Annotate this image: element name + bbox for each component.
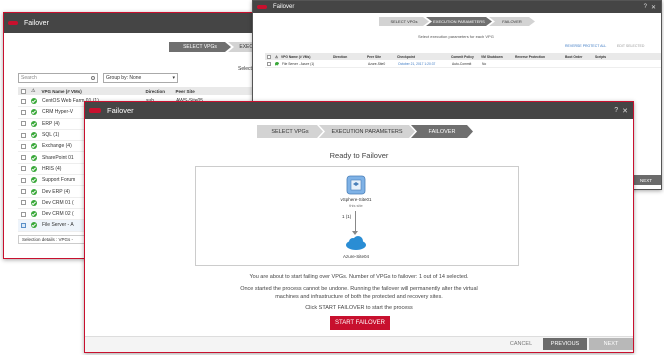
status-header-icon: ⚠	[275, 54, 278, 59]
source-site-name: vSphere-Site01	[340, 197, 372, 202]
status-ok-icon	[31, 222, 37, 229]
select-all-checkbox[interactable]	[267, 54, 271, 59]
window-title: Failover	[107, 106, 134, 115]
step-failover[interactable]: FAILOVER	[489, 17, 535, 26]
previous-button[interactable]: PREVIOUS	[543, 338, 587, 350]
select-label: Select	[238, 66, 252, 72]
title-bar: Failover	[4, 13, 257, 33]
next-button[interactable]: NEXT	[631, 175, 661, 185]
zerto-logo-icon	[89, 108, 101, 113]
row-checkbox[interactable]	[21, 98, 26, 104]
row-checkbox[interactable]	[21, 121, 26, 127]
wizard-steps: SELECT VPGs EXECU	[169, 42, 258, 52]
step-failover[interactable]: FAILOVER	[411, 125, 473, 138]
info-line-2: Once started the process cannot be undon…	[240, 286, 478, 292]
zerto-logo-icon	[257, 5, 267, 9]
status-ok-icon	[275, 62, 279, 66]
source-site-icon	[346, 175, 366, 195]
wizard-steps: SELECT VPGs EXECUTION PARAMETERS FAILOVE…	[257, 125, 473, 138]
zerto-logo-icon	[8, 21, 18, 25]
status-ok-icon	[31, 98, 37, 105]
vm-count-label: 1 (1)	[342, 214, 352, 219]
search-input[interactable]: Search	[18, 73, 98, 83]
status-ok-icon	[31, 188, 37, 195]
failover-window-front: Failover ? ✕ SELECT VPGs EXECUTION PARAME…	[84, 101, 634, 353]
vpg-table-header: ⚠ VPG Name (# VMs) Direction Peer Site	[18, 87, 257, 95]
status-ok-icon	[31, 143, 37, 150]
title-bar: Failover ? ✕	[253, 1, 661, 13]
row-checkbox[interactable]	[21, 222, 26, 228]
step-execution-parameters[interactable]: EXECUTION PARAMETERS	[426, 17, 492, 26]
edit-selected-link[interactable]: EDIT SELECTED	[617, 44, 644, 48]
row-checkbox[interactable]	[21, 132, 26, 138]
row-checkbox[interactable]	[21, 143, 26, 149]
title-bar: Failover ? ✕	[85, 102, 633, 119]
step-select-vpgs[interactable]: SELECT VPGs	[257, 125, 323, 138]
topology-panel: vSphere-Site01 this site 1 (1) Azure-Sit…	[195, 166, 519, 266]
info-line-4: Click START FAILOVER to start the proces…	[305, 305, 413, 311]
close-icon[interactable]: ✕	[622, 107, 628, 115]
step-select-vpgs[interactable]: SELECT VPGs	[169, 42, 231, 52]
info-line-3: machines and infrastructure of both the …	[275, 294, 443, 300]
failover-arrow	[355, 211, 356, 233]
window-title: Failover	[24, 19, 49, 27]
row-checkbox[interactable]	[21, 200, 26, 206]
row-checkbox[interactable]	[267, 62, 271, 66]
step-execution-parameters[interactable]: EXECUTION PARAMETERS	[319, 125, 415, 138]
start-failover-button[interactable]: START FAILOVER	[330, 316, 390, 330]
status-header-icon: ⚠	[31, 88, 36, 94]
row-checkbox[interactable]	[21, 189, 26, 195]
wizard-steps: SELECT VPGs EXECUTION PARAMETERS FAILOVE…	[379, 17, 535, 26]
reverse-protect-all-link[interactable]: REVERSE PROTECT ALL	[565, 44, 606, 48]
table-row[interactable]: File Server - Azure (1) Azure-Site0 Octo…	[265, 61, 661, 68]
row-checkbox[interactable]	[21, 109, 26, 115]
help-icon[interactable]: ?	[614, 107, 618, 115]
close-icon[interactable]: ✕	[651, 4, 656, 11]
group-by-select[interactable]: Group by: None ▾	[103, 73, 178, 83]
help-icon[interactable]: ?	[644, 4, 647, 11]
status-ok-icon	[31, 109, 37, 116]
next-button[interactable]: NEXT	[589, 338, 633, 350]
select-all-checkbox[interactable]	[21, 88, 26, 94]
source-site-subtitle: this site	[349, 203, 363, 208]
azure-cloud-icon	[344, 235, 368, 251]
status-ok-icon	[31, 120, 37, 127]
status-ok-icon	[31, 132, 37, 139]
step-select-vpgs[interactable]: SELECT VPGs	[379, 17, 429, 26]
info-line-1: You are about to start failing over VPGs…	[249, 274, 469, 280]
search-icon	[91, 76, 95, 80]
row-checkbox[interactable]	[21, 211, 26, 217]
cancel-button[interactable]: CANCEL	[503, 339, 539, 349]
status-ok-icon	[31, 211, 37, 218]
status-ok-icon	[31, 177, 37, 184]
target-site-name: Azure-Site04	[342, 254, 369, 259]
status-ok-icon	[31, 154, 37, 161]
status-ok-icon	[31, 165, 37, 172]
window-title: Failover	[273, 4, 295, 10]
row-checkbox[interactable]	[21, 166, 26, 172]
subtitle: Select execution parameters for each VPG	[418, 34, 494, 39]
ready-heading: Ready to Failover	[329, 151, 389, 160]
row-checkbox[interactable]	[21, 177, 26, 183]
chevron-down-icon: ▾	[172, 75, 175, 81]
row-checkbox[interactable]	[21, 155, 26, 161]
params-table-header: ⚠ VPG Name (# VMs) Direction Peer Site C…	[265, 53, 661, 60]
status-ok-icon	[31, 199, 37, 206]
